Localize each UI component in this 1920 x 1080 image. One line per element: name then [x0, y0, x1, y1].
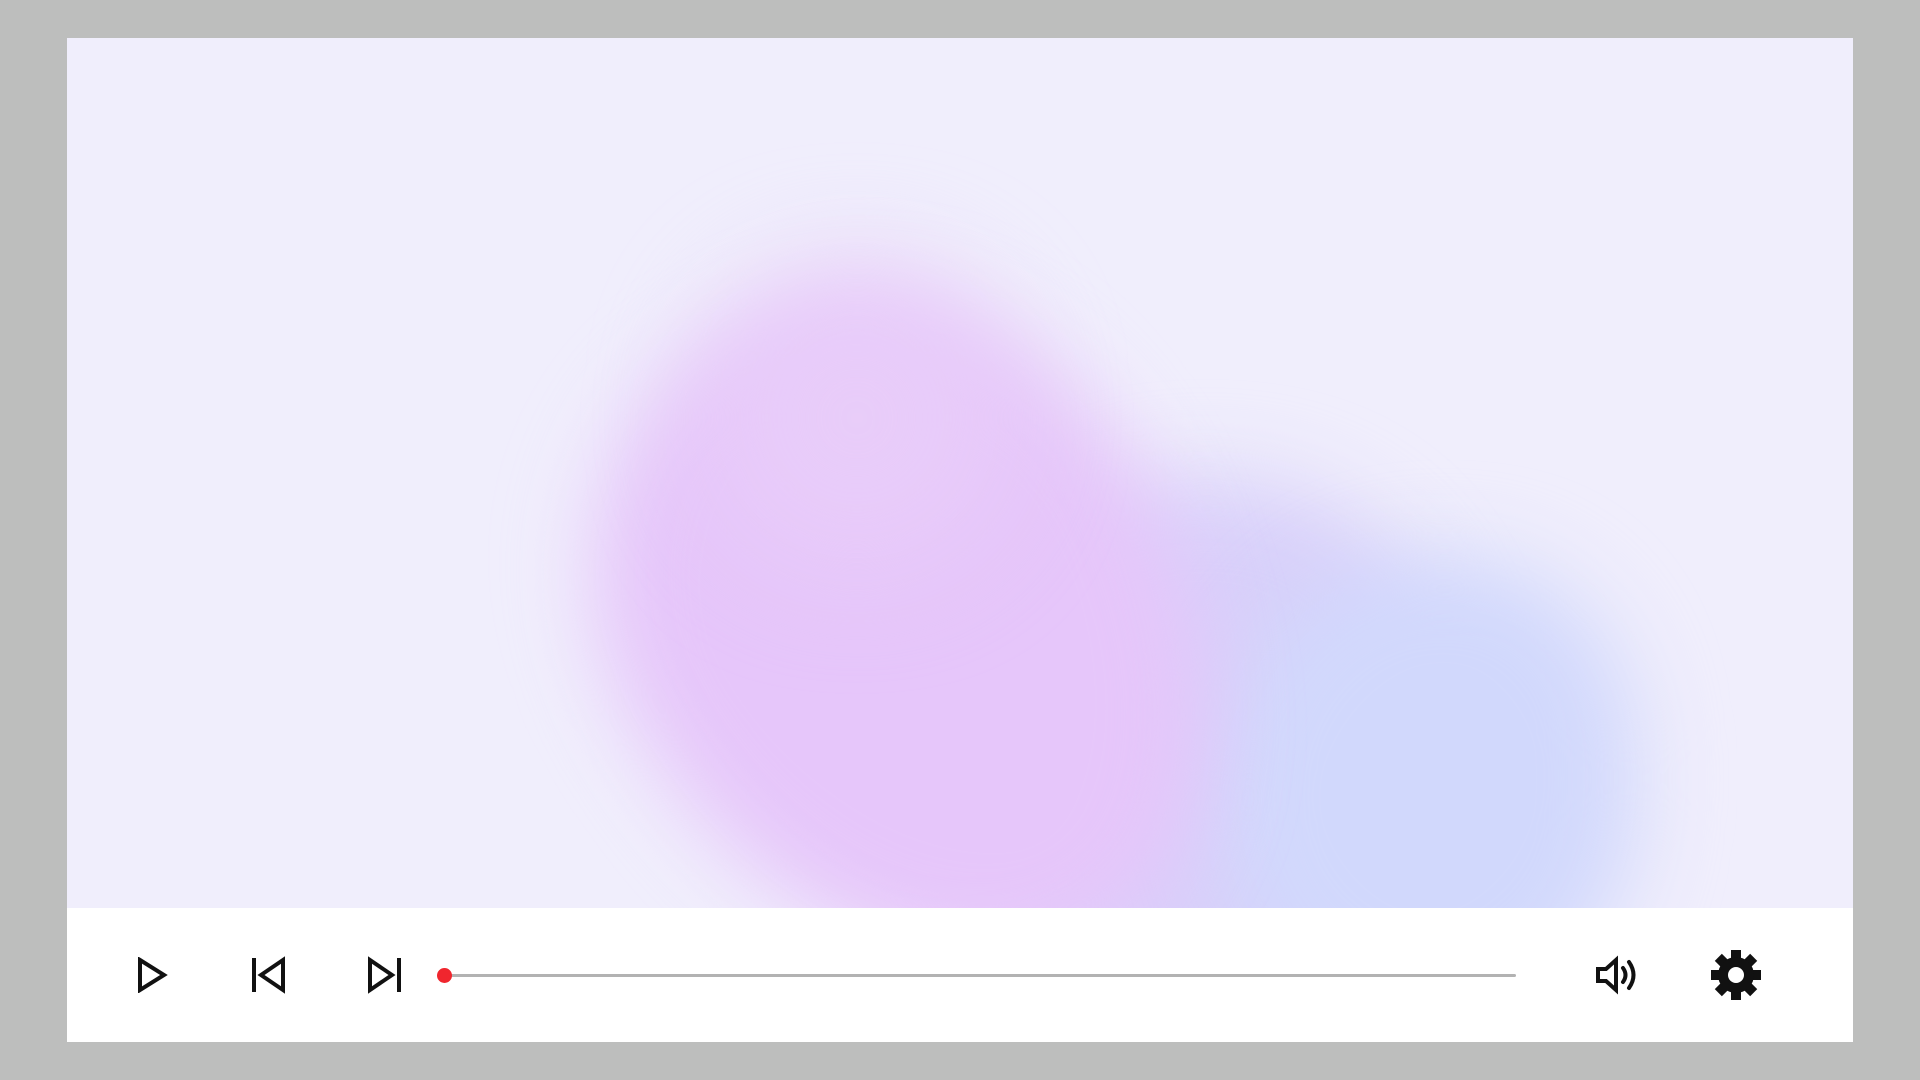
volume-up-icon: [1596, 955, 1636, 995]
seek-track: [444, 974, 1516, 977]
seek-handle[interactable]: [437, 968, 452, 983]
gradient-blob-highlight: [707, 268, 1007, 568]
settings-button[interactable]: [1707, 946, 1765, 1004]
control-bar: [67, 908, 1853, 1042]
skip-next-button[interactable]: [355, 946, 413, 1004]
video-player: [67, 38, 1853, 1042]
play-icon: [138, 957, 168, 993]
skip-previous-button[interactable]: [240, 946, 298, 1004]
volume-button[interactable]: [1590, 946, 1648, 1004]
seek-bar[interactable]: [437, 960, 1516, 990]
play-button[interactable]: [123, 946, 181, 1004]
video-display[interactable]: [67, 38, 1853, 908]
gear-icon: [1711, 950, 1761, 1000]
skip-next-icon: [368, 956, 401, 994]
skip-previous-icon: [252, 956, 285, 994]
